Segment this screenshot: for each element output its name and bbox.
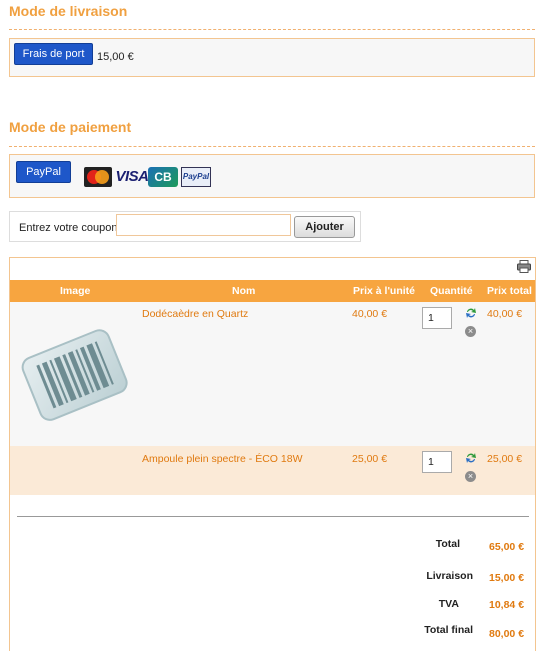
cb-icon: CB (148, 167, 178, 187)
unit-price: 25,00 € (352, 453, 388, 465)
header-name: Nom (232, 285, 256, 297)
table-row: Ampoule plein spectre - ÉCO 18W 25,00 € … (10, 446, 535, 495)
unit-price: 40,00 € (352, 308, 388, 320)
cart-table: Image Nom Prix à l'unité Quantité Prix t… (9, 257, 536, 651)
mastercard-icon (84, 167, 112, 187)
quantity-input[interactable]: 1 (422, 307, 452, 329)
shipping-fee-button[interactable]: Frais de port (14, 43, 93, 65)
final-total-label: Total final (424, 624, 473, 636)
total-label: Total (435, 538, 460, 550)
header-unit-price: Prix à l'unité (353, 285, 416, 297)
add-coupon-button[interactable]: Ajouter (294, 216, 355, 238)
shipping-value: 15,00 € (489, 572, 525, 584)
shipping-price: 15,00 € (97, 51, 134, 63)
coupon-form: Entrez votre coupon Ajouter (9, 211, 361, 242)
product-placeholder-image (21, 329, 128, 421)
product-name-link[interactable]: Dodécaèdre en Quartz (142, 308, 248, 320)
payment-title: Mode de paiement (9, 119, 132, 135)
final-total-value: 80,00 € (489, 628, 525, 640)
total-value: 65,00 € (489, 541, 525, 553)
refresh-icon[interactable] (465, 452, 477, 464)
table-row: Dodécaèdre en Quartz 40,00 € 1 × 40,00 € (10, 302, 535, 446)
divider (9, 146, 535, 147)
quantity-input[interactable]: 1 (422, 451, 452, 473)
vat-value: 10,84 € (489, 599, 525, 611)
divider (9, 29, 535, 30)
line-total: 40,00 € (487, 308, 523, 320)
remove-icon[interactable]: × (465, 326, 476, 337)
coupon-label: Entrez votre coupon (19, 222, 118, 234)
refresh-icon[interactable] (465, 307, 477, 319)
delivery-title: Mode de livraison (9, 3, 128, 19)
payment-box: PayPal VISA CB PayPal (9, 154, 535, 198)
header-image: Image (60, 285, 91, 297)
vat-label: TVA (438, 598, 459, 610)
paypal-icon: PayPal (181, 167, 211, 187)
totals-divider (17, 516, 529, 517)
header-quantity: Quantité (430, 285, 473, 297)
shipping-label: Livraison (426, 570, 473, 582)
product-name-link[interactable]: Ampoule plein spectre - ÉCO 18W (142, 453, 302, 465)
table-header: Image Nom Prix à l'unité Quantité Prix t… (10, 280, 535, 302)
coupon-input[interactable] (116, 214, 291, 236)
print-icon[interactable] (517, 260, 531, 273)
line-total: 25,00 € (487, 453, 523, 465)
header-total: Prix total (487, 285, 532, 297)
paypal-button[interactable]: PayPal (16, 161, 71, 183)
visa-icon: VISA (115, 168, 149, 185)
delivery-box: Frais de port 15,00 € (9, 38, 535, 77)
remove-icon[interactable]: × (465, 471, 476, 482)
